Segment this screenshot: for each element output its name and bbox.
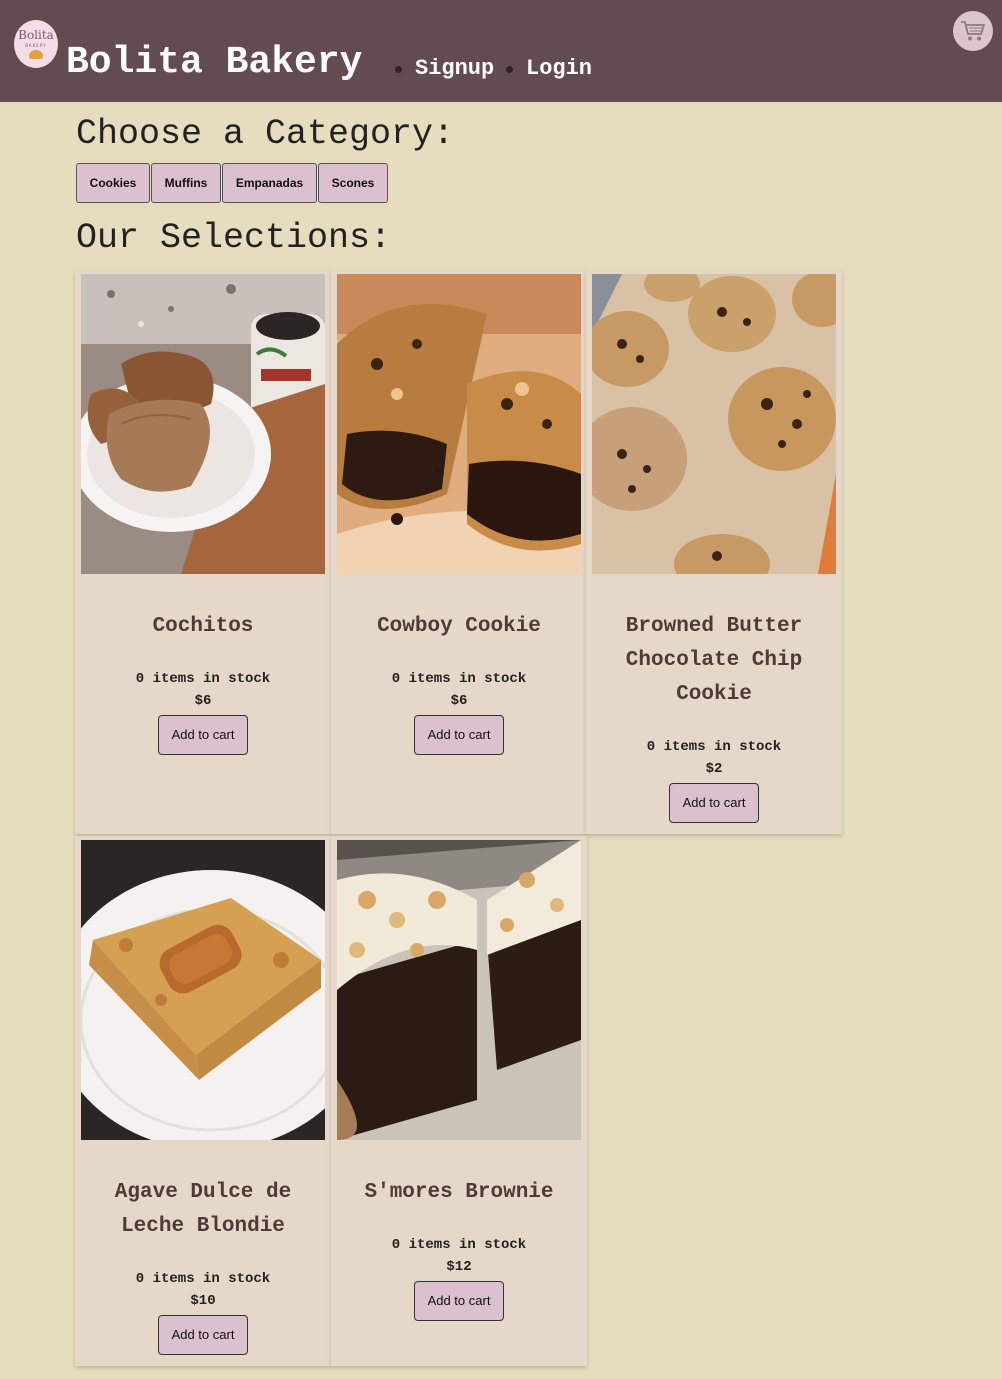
bakery-logo[interactable]: Bolita BAKERY: [14, 20, 58, 68]
product-info: Cowboy Cookie 0 items in stock $6 Add to…: [331, 610, 587, 755]
category-scones-button[interactable]: Scones: [318, 163, 388, 203]
product-image: [81, 840, 325, 1140]
product-card: Cochitos 0 items in stock $6 Add to cart: [75, 270, 331, 834]
nav-bullet-icon: [395, 66, 402, 73]
add-to-cart-button[interactable]: Add to cart: [158, 715, 248, 755]
product-info: Cochitos 0 items in stock $6 Add to cart: [75, 610, 331, 755]
product-info: S'mores Brownie 0 items in stock $12 Add…: [331, 1176, 587, 1321]
product-price: $10: [190, 1293, 216, 1309]
product-stock: 0 items in stock: [391, 1237, 527, 1253]
logo-subtext: BAKERY: [25, 43, 47, 48]
product-card: S'mores Brownie 0 items in stock $12 Add…: [331, 836, 587, 1366]
product-image: [337, 840, 581, 1140]
selections-heading: Our Selections:: [76, 218, 392, 258]
add-to-cart-button[interactable]: Add to cart: [158, 1315, 248, 1355]
product-name[interactable]: S'mores Brownie: [331, 1176, 587, 1210]
product-image: [81, 274, 325, 574]
product-info: Browned Butter Chocolate Chip Cookie 0 i…: [586, 610, 842, 823]
cart-button[interactable]: [953, 11, 993, 51]
product-stock: 0 items in stock: [135, 671, 271, 687]
site-header: Bolita BAKERY Bolita Bakery Signup Login: [0, 0, 1002, 102]
category-empanadas-button[interactable]: Empanadas: [222, 163, 317, 203]
product-stock: 0 items in stock: [391, 671, 527, 687]
shopping-cart-icon: [961, 21, 985, 41]
product-image: [337, 274, 581, 574]
nav-signup-link[interactable]: Signup: [415, 56, 494, 82]
category-heading: Choose a Category:: [76, 114, 455, 154]
product-card: Browned Butter Chocolate Chip Cookie 0 i…: [586, 270, 842, 834]
nav-login-link[interactable]: Login: [526, 56, 592, 82]
product-stock: 0 items in stock: [135, 1271, 271, 1287]
add-to-cart-button[interactable]: Add to cart: [414, 1281, 504, 1321]
category-muffins-button[interactable]: Muffins: [151, 163, 221, 203]
category-cookies-button[interactable]: Cookies: [76, 163, 150, 203]
product-card: Agave Dulce de Leche Blondie 0 items in …: [75, 836, 331, 1366]
product-price: $6: [194, 693, 212, 709]
product-image: [592, 274, 836, 574]
add-to-cart-button[interactable]: Add to cart: [669, 783, 759, 823]
add-to-cart-button[interactable]: Add to cart: [414, 715, 504, 755]
product-stock: 0 items in stock: [646, 739, 782, 755]
logo-text: Bolita: [18, 28, 54, 42]
product-name[interactable]: Cowboy Cookie: [331, 610, 587, 644]
product-price: $2: [705, 761, 723, 777]
product-name[interactable]: Agave Dulce de Leche Blondie: [75, 1176, 331, 1244]
product-price: $6: [450, 693, 468, 709]
product-price: $12: [446, 1259, 472, 1275]
product-name[interactable]: Cochitos: [75, 610, 331, 644]
nav-bullet-icon: [506, 66, 513, 73]
product-info: Agave Dulce de Leche Blondie 0 items in …: [75, 1176, 331, 1355]
bread-icon: [29, 50, 43, 59]
site-title[interactable]: Bolita Bakery: [66, 40, 362, 86]
product-name[interactable]: Browned Butter Chocolate Chip Cookie: [586, 610, 842, 712]
product-card: Cowboy Cookie 0 items in stock $6 Add to…: [331, 270, 587, 834]
